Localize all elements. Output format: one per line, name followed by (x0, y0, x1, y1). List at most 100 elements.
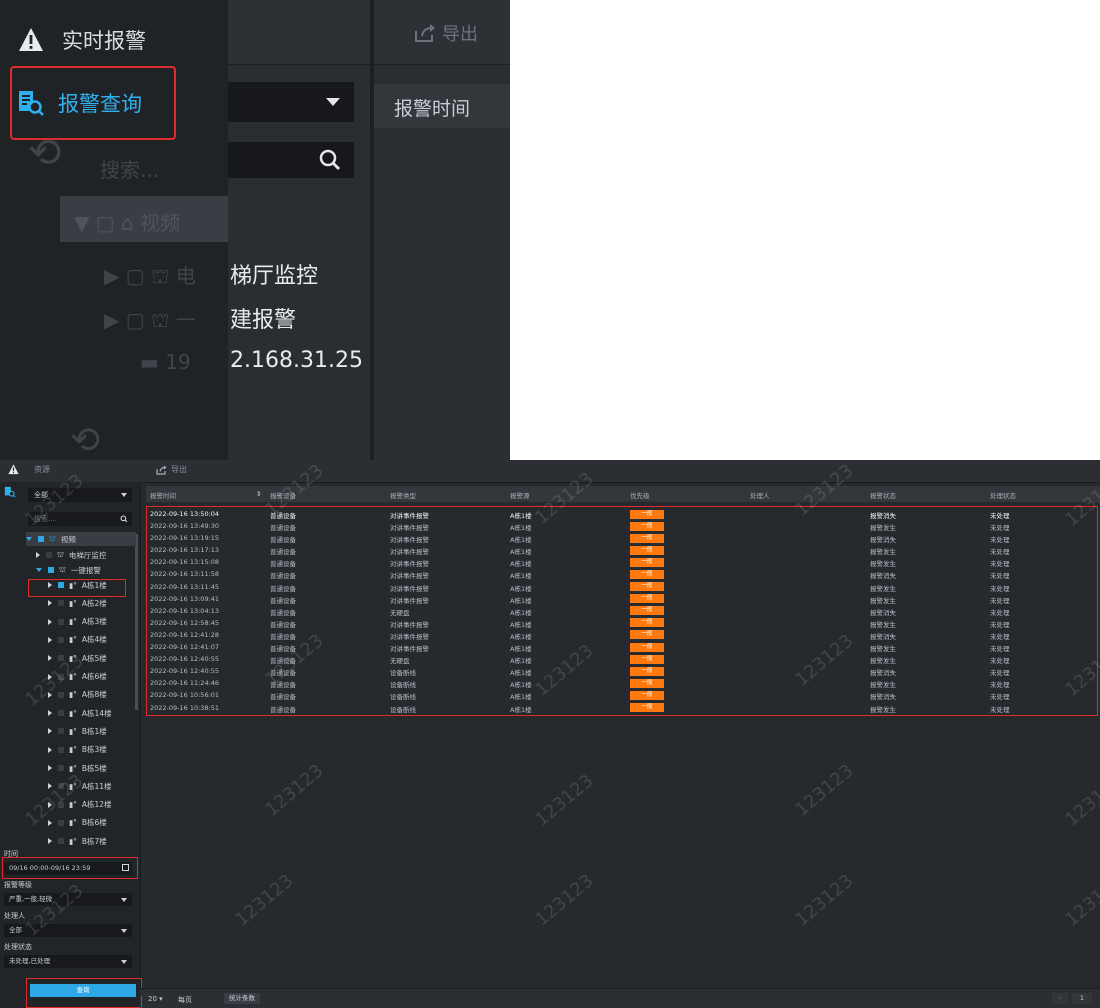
tree-node-video[interactable]: ⛫ 视频 (26, 532, 136, 546)
expand-icon[interactable] (48, 673, 52, 680)
col-device[interactable]: 报警设备 (270, 490, 296, 500)
tree-node-building[interactable]: ▮° A栋5楼 (48, 651, 107, 665)
expand-icon[interactable] (48, 801, 52, 808)
col-source[interactable]: 报警源 (510, 490, 530, 500)
tree-node-building[interactable]: ▮° A栋14楼 (48, 706, 112, 720)
col-type[interactable]: 报警类型 (390, 490, 416, 500)
zoom-alert-menu[interactable]: 实时报警 (18, 20, 146, 60)
checkbox[interactable] (58, 710, 64, 717)
table-row[interactable]: 2022-09-16 10:38:51 普通设备 设备断线 A栋1楼 一般 报警发生 未处理 (146, 702, 1100, 714)
tree-node-building[interactable]: ▮° A栋8楼 (48, 688, 107, 702)
expand-icon[interactable] (48, 765, 52, 771)
table-row[interactable]: 2022-09-16 12:40:55 普通设备 无硬盘 A栋1楼 一般 报警发生 未处理 (146, 653, 1100, 665)
warning-icon[interactable] (8, 464, 19, 475)
checkbox[interactable] (38, 536, 44, 542)
stats-button[interactable]: 统计条数 (224, 993, 260, 1004)
checkbox[interactable] (48, 567, 54, 573)
page-number[interactable]: 1 (1072, 993, 1092, 1004)
checkbox[interactable] (58, 655, 64, 662)
expand-icon[interactable] (48, 618, 52, 625)
expand-icon[interactable] (48, 838, 52, 845)
tree-node-building[interactable]: ▮° B栋3楼 (48, 743, 107, 757)
page-size-select[interactable]: 20 ▾ (148, 995, 163, 1003)
search-icon[interactable] (120, 515, 128, 523)
checkbox[interactable] (58, 618, 64, 625)
status-select[interactable]: 未处理,已处理 (4, 955, 132, 968)
expand-icon[interactable] (36, 552, 40, 558)
expand-icon[interactable] (48, 655, 52, 662)
calendar-icon[interactable] (122, 864, 129, 871)
table-row[interactable]: 2022-09-16 13:04:13 普通设备 无硬盘 A栋1楼 一般 报警消失 未处理 (146, 605, 1100, 617)
checkbox[interactable] (58, 746, 64, 753)
sort-icon[interactable]: ⇕ (256, 490, 261, 498)
tree-node-building[interactable]: ▮° A栋4楼 (48, 633, 107, 647)
col-priority[interactable]: 优先级 (630, 490, 650, 500)
table-row[interactable]: 2022-09-16 12:41:07 普通设备 对讲事件报警 A栋1楼 一般 报警发生 未… (146, 641, 1100, 653)
tree-node-onekey[interactable]: ⛫ 一键报警 (36, 563, 101, 577)
table-row[interactable]: 2022-09-16 10:56:01 普通设备 设备断线 A栋1楼 一般 报警消失 未处理 (146, 689, 1100, 701)
checkbox[interactable] (58, 838, 64, 845)
zoom-search-input[interactable] (228, 142, 354, 178)
checkbox[interactable] (58, 673, 64, 680)
zoom-tree-elevator[interactable]: 梯厅监控 (230, 258, 318, 290)
table-row[interactable]: 2022-09-16 13:17:13 普通设备 对讲事件报警 A栋1楼 一般 报警发生 未… (146, 544, 1100, 556)
col-alarm-state[interactable]: 报警状态 (870, 490, 896, 500)
checkbox[interactable] (58, 600, 64, 607)
tree-node-building[interactable]: ▮° B栋5楼 (48, 761, 107, 775)
expand-icon[interactable] (48, 582, 52, 588)
expand-icon[interactable] (48, 783, 52, 790)
table-row[interactable]: 2022-09-16 13:11:58 普通设备 对讲事件报警 A栋1楼 一般 报警消失 未… (146, 568, 1100, 580)
tree-node-building[interactable]: ▮° B栋7楼 (48, 834, 107, 848)
table-row[interactable]: 2022-09-16 13:49:30 普通设备 对讲事件报警 A栋1楼 一般 报警发生 未… (146, 520, 1100, 532)
time-range-field[interactable]: 09/16 00:00-09/16 23:59 (4, 862, 132, 875)
tree-node-building[interactable]: ▮° A栋6楼 (48, 670, 107, 684)
col-process-state[interactable]: 处理状态 (990, 490, 1016, 500)
expand-icon[interactable] (48, 691, 52, 698)
tree-node-building[interactable]: ▮° B栋1楼 (48, 724, 107, 738)
group-select[interactable]: 全部 (28, 488, 132, 502)
checkbox[interactable] (46, 552, 52, 558)
checkbox[interactable] (58, 582, 64, 588)
tree-node-building[interactable]: ▮° A栋3楼 (48, 615, 107, 629)
table-row[interactable]: 2022-09-16 13:09:41 普通设备 对讲事件报警 A栋1楼 一般 报警发生 未… (146, 593, 1100, 605)
table-row[interactable]: 2022-09-16 13:50:04 普通设备 对讲事件报警 A栋1楼 一般 报警消失 未… (146, 508, 1100, 520)
table-row[interactable]: 2022-09-16 12:41:28 普通设备 对讲事件报警 A栋1楼 一般 报警消失 未… (146, 629, 1100, 641)
checkbox[interactable] (58, 728, 64, 735)
zoom-export-button[interactable]: 导出 (414, 20, 478, 46)
tree-node-building[interactable]: ▮° A栋2楼 (48, 596, 107, 610)
expand-icon[interactable] (48, 819, 52, 826)
checkbox[interactable] (58, 765, 64, 771)
report-search-icon[interactable] (4, 486, 16, 498)
zoom-tree-ip[interactable]: 2.168.31.25 (230, 348, 363, 373)
tree-node-building[interactable]: ▮° A栋1楼 (48, 578, 107, 592)
expand-icon[interactable] (48, 710, 52, 717)
expand-icon[interactable] (48, 728, 52, 735)
table-row[interactable]: 2022-09-16 13:19:15 普通设备 对讲事件报警 A栋1楼 一般 报警消失 未… (146, 532, 1100, 544)
level-select[interactable]: 严重,一般,轻微 (4, 893, 132, 906)
tree-node-building[interactable]: ▮° B栋6楼 (48, 816, 107, 830)
table-row[interactable]: 2022-09-16 12:58:45 普通设备 对讲事件报警 A栋1楼 一般 报警发生 未… (146, 617, 1100, 629)
expand-icon[interactable] (48, 636, 52, 643)
table-row[interactable]: 2022-09-16 12:40:55 普通设备 设备断线 A栋1楼 一般 报警消失 未处理 (146, 665, 1100, 677)
handler-select[interactable]: 全部 (4, 924, 132, 937)
checkbox[interactable] (58, 801, 64, 808)
table-row[interactable]: 2022-09-16 13:11:45 普通设备 对讲事件报警 A栋1楼 一般 报警发生 未… (146, 581, 1100, 593)
table-row[interactable]: 2022-09-16 13:15:08 普通设备 对讲事件报警 A栋1楼 一般 报警发生 未… (146, 556, 1100, 568)
col-handler[interactable]: 处理人 (750, 490, 770, 500)
query-button[interactable]: 查询 (30, 984, 136, 997)
zoom-tree-onekey[interactable]: 建报警 (230, 302, 296, 334)
expand-icon[interactable] (48, 600, 52, 607)
expand-icon[interactable] (26, 537, 32, 541)
export-button[interactable]: 导出 (156, 464, 187, 475)
zoom-select[interactable] (228, 82, 354, 122)
col-alarm-time[interactable]: 报警时间 (150, 490, 176, 500)
prev-page-button[interactable]: ‹ (1052, 993, 1068, 1004)
checkbox[interactable] (58, 691, 64, 698)
expand-icon[interactable] (48, 746, 52, 753)
tree-node-building[interactable]: ▮° A栋12楼 (48, 798, 112, 812)
checkbox[interactable] (58, 783, 64, 790)
zoom-query-menu[interactable]: 报警查询 (10, 66, 176, 140)
tree-node-building[interactable]: ▮° A栋11楼 (48, 779, 112, 793)
resource-search-input[interactable]: 搜索.... (28, 512, 132, 526)
expand-icon[interactable] (36, 568, 42, 572)
